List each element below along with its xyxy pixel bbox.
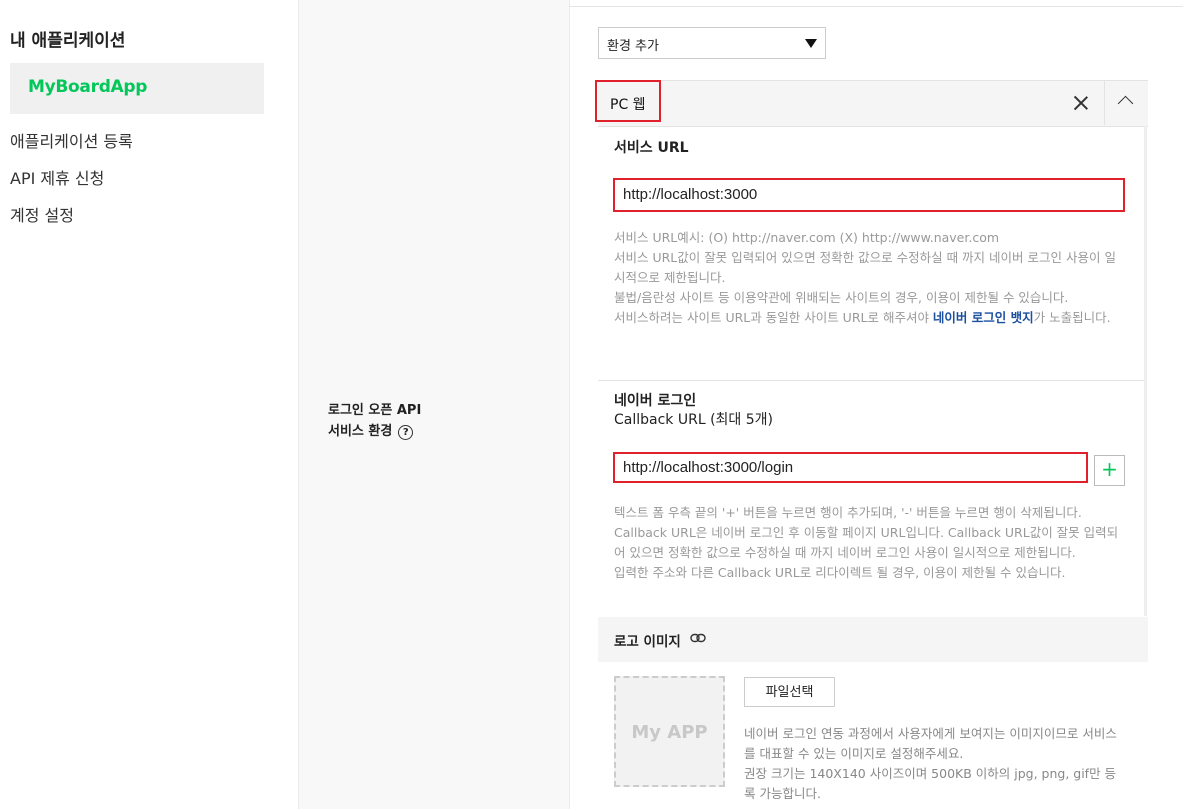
service-url-help-line: 서비스 URL예시: (O) http://naver.com (X) http… [614, 230, 1000, 245]
sidebar-item-api-partnership[interactable]: API 제휴 신청 [10, 165, 104, 189]
file-select-button[interactable]: 파일선택 [744, 677, 835, 707]
naver-login-badge-link: 네이버 로그인 뱃지 [932, 310, 1034, 325]
callback-url-help: 텍스트 폼 우측 끝의 '+' 버튼을 누르면 행이 추가되며, '-' 버튼을… [614, 503, 1124, 583]
callback-url-label-line2: Callback URL (최대 5개) [614, 412, 774, 428]
panel-scrollbar[interactable] [1144, 126, 1147, 616]
callback-help-line: 입력한 주소와 다른 Callback URL로 리다이렉트 될 경우, 이용이… [614, 565, 1066, 580]
service-url-field[interactable] [613, 178, 1125, 212]
service-url-help: 서비스 URL예시: (O) http://naver.com (X) http… [614, 228, 1124, 328]
service-url-help-line: 불법/음란성 사이트 등 이용약관에 위배되는 사이트의 경우, 이용이 제한될… [614, 290, 1069, 305]
link-icon[interactable] [690, 633, 706, 643]
callback-url-input[interactable] [623, 459, 1083, 476]
service-url-help-line: 서비스 URL값이 잘못 입력되어 있으면 정확한 값으로 수정하실 때 까지 … [614, 250, 1116, 285]
logo-help-line: 네이버 로그인 연동 과정에서 사용자에게 보여지는 이미지이므로 서비스를 대… [744, 726, 1117, 761]
dropdown-arrow-icon [805, 39, 817, 48]
logo-image-title: 로고 이미지 [614, 634, 681, 650]
service-url-input[interactable] [623, 186, 1083, 203]
sidebar-title: 내 애플리케이션 [10, 31, 126, 51]
logo-help-line: 권장 크기는 140X140 사이즈이며 500KB 이하의 jpg, png,… [744, 766, 1117, 801]
service-url-label: 서비스 URL [614, 140, 689, 156]
service-url-help-line: 서비스하려는 사이트 URL과 동일한 사이트 URL로 해주셔야 네이버 로그… [614, 310, 1111, 325]
plus-icon[interactable]: + [1094, 455, 1125, 486]
sidebar-app-name: MyBoardApp [28, 77, 148, 97]
close-icon[interactable] [1059, 80, 1103, 125]
callback-url-label-line1: 네이버 로그인 [614, 393, 697, 409]
sidebar-item-register-app[interactable]: 애플리케이션 등록 [10, 128, 133, 152]
callback-help-line: 텍스트 폼 우측 끝의 '+' 버튼을 누르면 행이 추가되며, '-' 버튼을… [614, 505, 1082, 520]
environment-select[interactable]: 환경 추가 [598, 27, 826, 59]
service-env-label-line2: 서비스 환경 [328, 424, 393, 439]
sidebar-item-myboardapp[interactable]: MyBoardApp [10, 63, 264, 114]
logo-placeholder-text: My APP [631, 722, 708, 743]
section-divider [598, 380, 1144, 381]
service-env-label-line1: 로그인 오픈 API [328, 403, 422, 418]
callback-url-label: 네이버 로그인 Callback URL (최대 5개) [614, 392, 773, 430]
logo-help: 네이버 로그인 연동 과정에서 사용자에게 보여지는 이미지이므로 서비스를 대… [744, 724, 1122, 804]
pc-web-title-highlight: PC 웹 [595, 80, 661, 122]
top-divider [569, 6, 1183, 7]
sidebar-item-account-settings[interactable]: 계정 설정 [10, 202, 74, 226]
callback-url-field[interactable] [613, 452, 1088, 483]
pc-web-title: PC 웹 [610, 97, 646, 113]
environment-select-value: 환경 추가 [607, 39, 659, 54]
logo-image-header: 로고 이미지 [598, 617, 1148, 662]
callback-help-line: Callback URL은 네이버 로그인 후 이동할 페이지 URL입니다. … [614, 525, 1119, 560]
chevron-up-icon[interactable] [1104, 80, 1149, 125]
help-icon[interactable]: ? [398, 425, 414, 440]
service-env-label: 로그인 오픈 API 서비스 환경? [328, 400, 421, 442]
logo-placeholder-image: My APP [614, 676, 725, 787]
